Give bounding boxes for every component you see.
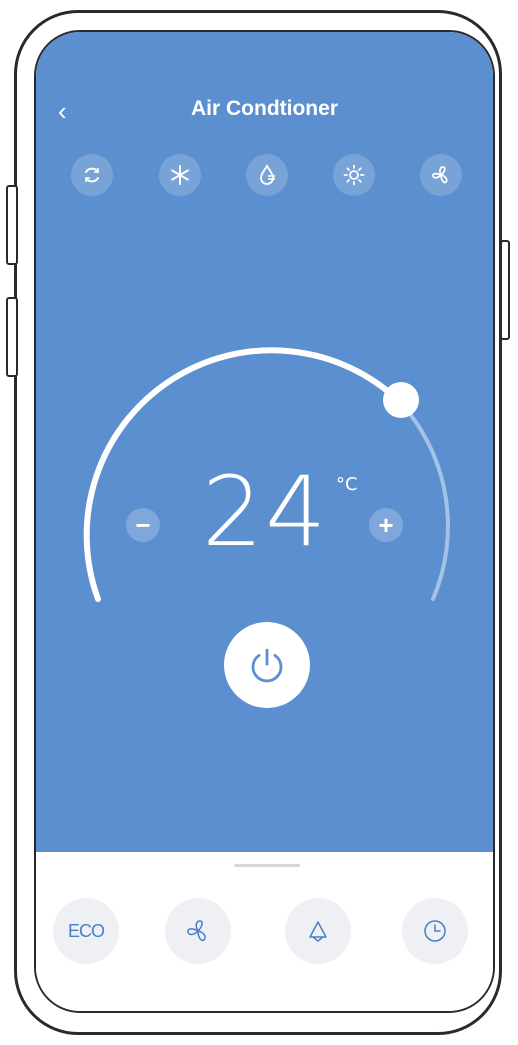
increase-temperature-button[interactable]: + [369, 508, 403, 542]
power-icon [251, 648, 283, 683]
sheet-grabber[interactable] [234, 864, 300, 867]
volume-up-button [6, 185, 18, 265]
decrease-temperature-button[interactable]: − [126, 508, 160, 542]
fan-speed-icon [187, 920, 206, 942]
dial-track-arc [399, 401, 450, 601]
temperature-unit: °C [336, 474, 358, 495]
power-side-button [500, 240, 510, 340]
bottom-sheet: ECO [36, 852, 493, 1011]
timer-icon [424, 920, 446, 942]
fan-speed-button[interactable] [165, 898, 231, 964]
swing-button[interactable] [285, 898, 351, 964]
timer-button[interactable] [402, 898, 468, 964]
eco-button[interactable]: ECO [53, 898, 119, 964]
eco-label: ECO [67, 920, 105, 941]
volume-down-button [6, 297, 18, 377]
swing-icon [309, 921, 327, 942]
app-screen: ‹ Air Condtioner − 24 °C + ECO [34, 30, 495, 1013]
power-button[interactable] [224, 622, 310, 708]
temperature-dial [83, 347, 450, 602]
dial-handle[interactable] [383, 382, 419, 418]
temperature-value: 24 [202, 456, 329, 568]
